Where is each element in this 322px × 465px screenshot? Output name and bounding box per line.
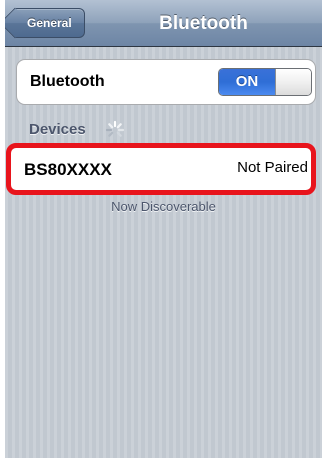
devices-section-header: Devices	[29, 121, 86, 138]
back-button-general[interactable]: General	[15, 8, 85, 38]
toggle-knob	[275, 69, 311, 95]
loading-spinner-icon	[105, 120, 125, 140]
bluetooth-toggle-switch[interactable]: ON	[218, 68, 312, 96]
device-pairing-status: Not Paired	[237, 159, 308, 176]
navigation-bar: General Bluetooth	[5, 0, 322, 47]
settings-screen: General Bluetooth Bluetooth ON Devices	[5, 0, 322, 458]
bluetooth-settings-group: Bluetooth ON	[16, 59, 316, 105]
discoverable-status-text: Now Discoverable	[111, 199, 216, 214]
toggle-on-label: ON	[219, 69, 275, 95]
back-button-label: General	[27, 16, 72, 30]
device-name: BS80XXXX	[24, 160, 112, 179]
bluetooth-label: Bluetooth	[30, 73, 105, 90]
page-title: Bluetooth	[159, 13, 248, 34]
